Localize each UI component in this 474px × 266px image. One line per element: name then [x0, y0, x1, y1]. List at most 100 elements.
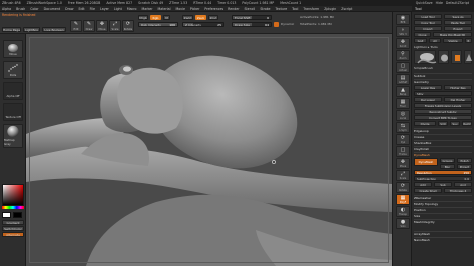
secondary-color-swatch[interactable]: [13, 212, 22, 218]
switch-color-button[interactable]: SwitchColor: [2, 226, 24, 231]
default-zscript-button[interactable]: DefaultZScript: [446, 1, 469, 5]
thickness-slider[interactable]: Thickness 4: [444, 188, 472, 193]
polish-toggle[interactable]: Polish: [457, 158, 472, 163]
del-lower-button[interactable]: Del Lower: [414, 97, 442, 102]
live-boolean-button[interactable]: Live Boolean: [42, 27, 66, 32]
divide-button[interactable]: Divide: [414, 121, 436, 126]
menu-stencil[interactable]: Stencil: [245, 7, 256, 11]
edit-button[interactable]: ✎ Edit: [70, 20, 82, 32]
menu-preferences[interactable]: Preferences: [204, 7, 223, 11]
claypolish-section[interactable]: ClayPolish: [414, 146, 472, 151]
menu-zscript[interactable]: Zscript: [341, 7, 352, 11]
smt-toggle[interactable]: Smt: [438, 121, 448, 126]
draw-size-slider[interactable]: Draw Size 64: [232, 22, 272, 27]
all-button[interactable]: All: [429, 38, 441, 43]
actual-button[interactable]: ▢ Actual: [396, 62, 410, 73]
subprojection-slider[interactable]: SubProjection 0.6: [414, 176, 472, 181]
solo-button[interactable]: ● Solo: [396, 218, 410, 229]
suv-toggle[interactable]: Suv: [450, 121, 460, 126]
create-shell-button[interactable]: Create Shell: [414, 188, 442, 193]
reuv-toggle[interactable]: ReUV: [462, 121, 472, 126]
texture-selector[interactable]: Texture Off: [3, 103, 23, 121]
tool-sphere-thumb[interactable]: [438, 50, 449, 64]
floor-button[interactable]: ▦ Floor: [396, 98, 410, 109]
menu-movie[interactable]: Movie: [175, 7, 184, 11]
menu-tool[interactable]: Tool: [292, 7, 298, 11]
zadd-button[interactable]: Zadd: [182, 15, 193, 20]
home-page-button[interactable]: Home Page: [2, 27, 21, 32]
main-color-swatch[interactable]: [2, 212, 11, 218]
brush-selector[interactable]: Move: [3, 40, 23, 58]
aahalf-button[interactable]: ▤ AAHalf: [396, 74, 410, 85]
groups-toggle[interactable]: Groups: [440, 158, 455, 163]
m-button[interactable]: M: [163, 15, 170, 20]
reconstruct-subdiv-button[interactable]: Reconstruct Subdiv: [414, 109, 472, 114]
dynamesh-section[interactable]: DynaMesh: [414, 152, 472, 157]
stroke-selector[interactable]: Dots: [3, 61, 23, 79]
alpha-selector[interactable]: Alpha Off: [3, 82, 23, 100]
nanomesh-section[interactable]: NanoMesh: [414, 237, 472, 242]
tool-palette-title[interactable]: Tool: [412, 6, 474, 12]
bpr-button[interactable]: ◉ BPR: [396, 14, 410, 25]
size-section[interactable]: Size: [414, 213, 472, 218]
tool-polymesh-thumb[interactable]: [464, 50, 472, 64]
sdiv-slider[interactable]: SDiv: [414, 91, 472, 96]
lsym-button[interactable]: ⇆ L.Sym: [396, 122, 410, 133]
menu-color[interactable]: Color: [30, 7, 38, 11]
meshintegrity-section[interactable]: MeshIntegrity: [414, 219, 472, 224]
menu-file[interactable]: File: [90, 7, 95, 11]
convert-bpr-button[interactable]: Convert BPR To Geo: [414, 115, 472, 120]
sub-button[interactable]: Sub: [434, 182, 452, 187]
mrgb-button[interactable]: Mrgb: [138, 15, 148, 20]
menu-material[interactable]: Material: [158, 7, 171, 11]
dynamesh-button[interactable]: DynaMesh: [414, 158, 438, 166]
rotate-button[interactable]: ⟳ Rotate: [122, 20, 134, 32]
material-selector[interactable]: MatCap Gray: [3, 124, 23, 148]
persp-button[interactable]: ▲ Persp: [396, 86, 410, 97]
visible-button[interactable]: Visible: [443, 38, 463, 43]
crease-section[interactable]: Crease: [414, 134, 472, 139]
lower-res-button[interactable]: Lower Res: [414, 85, 442, 90]
load-tool-button[interactable]: Load Tool: [414, 14, 442, 19]
menu-macro[interactable]: Macro: [127, 7, 137, 11]
zsub-button[interactable]: Zsub: [195, 15, 206, 20]
edge-loop-section[interactable]: EdgeLoop: [414, 128, 472, 133]
current-tool-thumb[interactable]: [414, 50, 437, 64]
position-section[interactable]: Position: [414, 207, 472, 212]
document-canvas[interactable]: [26, 34, 392, 266]
resolution-slider[interactable]: Resolution 256: [414, 170, 472, 175]
gradient-button[interactable]: Gradient: [2, 220, 24, 225]
menu-marker[interactable]: Marker: [142, 7, 153, 11]
spix-button[interactable]: ∘ SPix 3: [396, 26, 410, 37]
menu-layer[interactable]: Layer: [100, 7, 109, 11]
transp-button[interactable]: ◐ Transp: [396, 206, 410, 217]
project-toggle[interactable]: Project: [457, 164, 472, 169]
focal-shift-slider[interactable]: Focal Shift 0: [232, 15, 272, 20]
tool-simplebrush-thumb[interactable]: [451, 50, 462, 64]
lightbox-tools-link[interactable]: Lightbox ▸ Tools: [414, 44, 438, 49]
and-button[interactable]: And: [454, 182, 472, 187]
menu-brush[interactable]: Brush: [16, 7, 25, 11]
copy-tool-button[interactable]: Copy Tool: [414, 20, 442, 25]
move-view-button[interactable]: ✥ Move: [396, 158, 410, 169]
zcut-button[interactable]: Zcut: [208, 15, 218, 20]
menu-light[interactable]: Light: [114, 7, 122, 11]
zoom-button[interactable]: ⚲ Zoom: [396, 50, 410, 61]
menu-stroke[interactable]: Stroke: [260, 7, 270, 11]
menu-transform[interactable]: Transform: [303, 7, 319, 11]
import-button[interactable]: Import: [414, 26, 442, 31]
shadowbox-section[interactable]: ShadowBox: [414, 140, 472, 145]
rotate-view-button[interactable]: ⟳ Rotate: [396, 182, 410, 193]
scale-view-button[interactable]: ⤢ Scale: [396, 170, 410, 181]
quicksave-button[interactable]: QuickSave: [416, 1, 433, 5]
hue-strip[interactable]: [2, 206, 24, 209]
z-intensity-slider[interactable]: Z Intensity 25: [182, 22, 224, 27]
menu-render[interactable]: Render: [228, 7, 239, 11]
freeze-subdiv-button[interactable]: Freeze SubDivision Levels: [414, 103, 472, 108]
menu-texture[interactable]: Texture: [275, 7, 287, 11]
menu-alpha[interactable]: Alpha: [2, 7, 11, 11]
menu-zplugin[interactable]: Zplugin: [324, 7, 336, 11]
polyframe-button[interactable]: ▦ PolyF: [396, 194, 410, 205]
goz-button[interactable]: GoZ: [414, 38, 427, 43]
rgb-intensity-slider[interactable]: Rgb Intensity 100: [138, 22, 178, 27]
